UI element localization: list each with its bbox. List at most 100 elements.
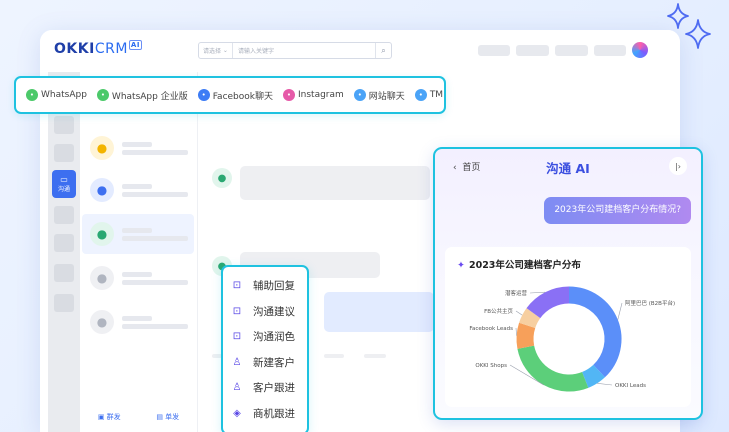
channel-bar: • WhatsApp • WhatsApp 企业版 • Facebook聊天 • Instag…: [14, 76, 446, 114]
suggestion-icon: ⊡: [232, 305, 242, 317]
ai-tools-menu: ⊡ 辅助回复 ⊡ 沟通建议 ⊡ 沟通润色 ♙ 新建客户 ♙ 客户跟进 ◈ 商机跟进: [221, 265, 309, 432]
person-icon: ●: [90, 266, 114, 290]
search-input[interactable]: 请输入关键字: [233, 46, 375, 55]
menu-item[interactable]: ⊡ 辅助回复: [223, 273, 307, 299]
whatsapp-icon: •: [26, 89, 38, 101]
slice-label: OKKI Shops: [475, 363, 507, 369]
ai-panel-title: 沟通 AI: [546, 161, 590, 176]
menu-item-label: 客户跟进: [253, 382, 295, 395]
slice-label: FB公共主页: [484, 307, 513, 315]
website-chat-icon: •: [353, 89, 366, 101]
toolbar-placeholder[interactable]: [478, 45, 510, 56]
menu-item[interactable]: ♙ 客户跟进: [223, 375, 307, 401]
assist-reply-icon: ⊡: [232, 280, 242, 292]
list-item[interactable]: ●: [82, 214, 194, 254]
label-leader-line: [515, 327, 517, 336]
channel-website-chat[interactable]: • 网站聊天: [353, 89, 405, 102]
donut-slice: [516, 322, 536, 349]
donut-chart: 阿里巴巴 (B2B平台) OKKI Leads OKKI Shops Facebook…: [469, 286, 675, 392]
channel-instagram[interactable]: • Instagram: [283, 89, 344, 101]
person-icon: ●: [90, 222, 114, 246]
menu-item[interactable]: ⊡ 沟通建议: [223, 299, 307, 325]
donut-slice: [517, 345, 589, 392]
list-item[interactable]: ●: [82, 128, 194, 168]
top-bar: OKKICRM AI 请选择 ⌄ 请输入关键字 ⌕: [40, 30, 680, 72]
input-toolbar: [324, 354, 344, 358]
donut-slice: [581, 364, 605, 388]
toolbar-placeholder[interactable]: [594, 45, 626, 56]
sidebar-item[interactable]: [54, 206, 74, 224]
opportunity-icon: ◈: [233, 407, 241, 419]
donut-slice: [526, 286, 570, 319]
sidebar-item[interactable]: [54, 264, 74, 282]
user-avatar[interactable]: [632, 42, 648, 58]
channel-label: Instagram: [298, 90, 344, 100]
toolbar-placeholder[interactable]: [555, 45, 588, 56]
customer-followup-icon: ♙: [232, 382, 242, 394]
person-icon: ●: [90, 310, 114, 334]
slice-label: 阿里巴巴 (B2B平台): [625, 299, 675, 307]
person-icon: ●: [90, 178, 114, 202]
polish-icon: ⊡: [232, 331, 242, 343]
chat-icon: ▭: [60, 175, 68, 184]
ai-panel-header: ‹ 首页 沟通 AI |›: [435, 149, 701, 183]
channel-label: Facebook聊天: [212, 91, 273, 102]
channel-tm[interactable]: • TM: [414, 89, 443, 101]
user-question-bubble: 2023年公司建档客户分布情况?: [544, 197, 691, 224]
menu-item-label: 沟通润色: [253, 331, 295, 344]
sidebar-item-communication[interactable]: ▭ 沟通: [52, 170, 76, 198]
sidebar-item-label: 沟通: [57, 186, 70, 193]
label-leader-line: [515, 310, 523, 316]
channel-label: WhatsApp 企业版: [111, 91, 188, 102]
person-icon: ●: [90, 136, 114, 160]
sidebar: ▭ 沟通: [48, 72, 80, 432]
facebook-icon: •: [197, 89, 210, 101]
sidebar-item[interactable]: [54, 234, 74, 252]
sidebar-item[interactable]: [54, 144, 74, 162]
new-customer-icon: ♙: [232, 356, 242, 368]
label-leader-line: [529, 291, 546, 294]
sidebar-item[interactable]: [54, 116, 74, 134]
list-footer: ▣ 群发 ▤ 单发: [80, 402, 197, 432]
label-leader-line: [617, 302, 623, 320]
channel-whatsapp-business[interactable]: • WhatsApp 企业版: [96, 89, 188, 102]
message-bubble: [324, 292, 434, 332]
channel-label: 网站聊天: [368, 91, 405, 102]
search-icon[interactable]: ⌕: [375, 43, 391, 58]
menu-item[interactable]: ⊡ 沟通润色: [223, 324, 307, 350]
input-toolbar: [364, 354, 386, 358]
whatsapp-business-icon: •: [96, 89, 109, 101]
ai-panel: ‹ 首页 沟通 AI |› 2023年公司建档客户分布情况? ✦ 2023年公司建…: [433, 147, 703, 420]
channel-whatsapp[interactable]: • WhatsApp: [26, 89, 87, 101]
tm-icon: •: [414, 89, 427, 101]
group-send-button[interactable]: ▣ 群发: [98, 412, 121, 422]
label-leader-line: [597, 383, 613, 386]
channel-label: WhatsApp: [41, 90, 87, 100]
search-scope-select[interactable]: 请选择 ⌄: [199, 43, 233, 58]
slice-label: Facebook Leads: [469, 326, 513, 332]
menu-item-label: 沟通建议: [253, 305, 295, 318]
sidebar-item[interactable]: [54, 294, 74, 312]
person-icon: ●: [212, 168, 232, 188]
slice-label: OKKI Leads: [615, 383, 646, 389]
app-logo: OKKICRM AI: [54, 40, 142, 57]
menu-item-label: 新建客户: [253, 356, 295, 369]
ai-answer-card: ✦ 2023年公司建档客户分布 阿里巴巴 (B2B平台) OKKI Leads OKK…: [445, 247, 691, 407]
channel-facebook[interactable]: • Facebook聊天: [197, 89, 273, 102]
menu-item-label: 辅助回复: [253, 280, 295, 293]
donut-slice: [568, 286, 622, 378]
menu-item[interactable]: ◈ 商机跟进: [223, 401, 307, 427]
list-item[interactable]: ●: [82, 258, 194, 298]
list-item[interactable]: ●: [82, 170, 194, 210]
slice-label: 潜客运营: [505, 289, 528, 297]
instagram-icon: •: [283, 89, 295, 101]
list-item[interactable]: ●: [82, 302, 194, 342]
collapse-icon[interactable]: |›: [669, 157, 687, 175]
menu-item[interactable]: ♙ 新建客户: [223, 350, 307, 376]
search-bar[interactable]: 请选择 ⌄ 请输入关键字 ⌕: [198, 42, 392, 59]
single-send-button[interactable]: ▤ 单发: [156, 412, 179, 422]
message-bubble: [240, 166, 430, 200]
conversation-list: ● ● ● ● ● ▣ 群发 ▤ 单发: [80, 72, 198, 432]
toolbar-placeholder[interactable]: [516, 45, 549, 56]
donut-slice: [519, 308, 541, 329]
